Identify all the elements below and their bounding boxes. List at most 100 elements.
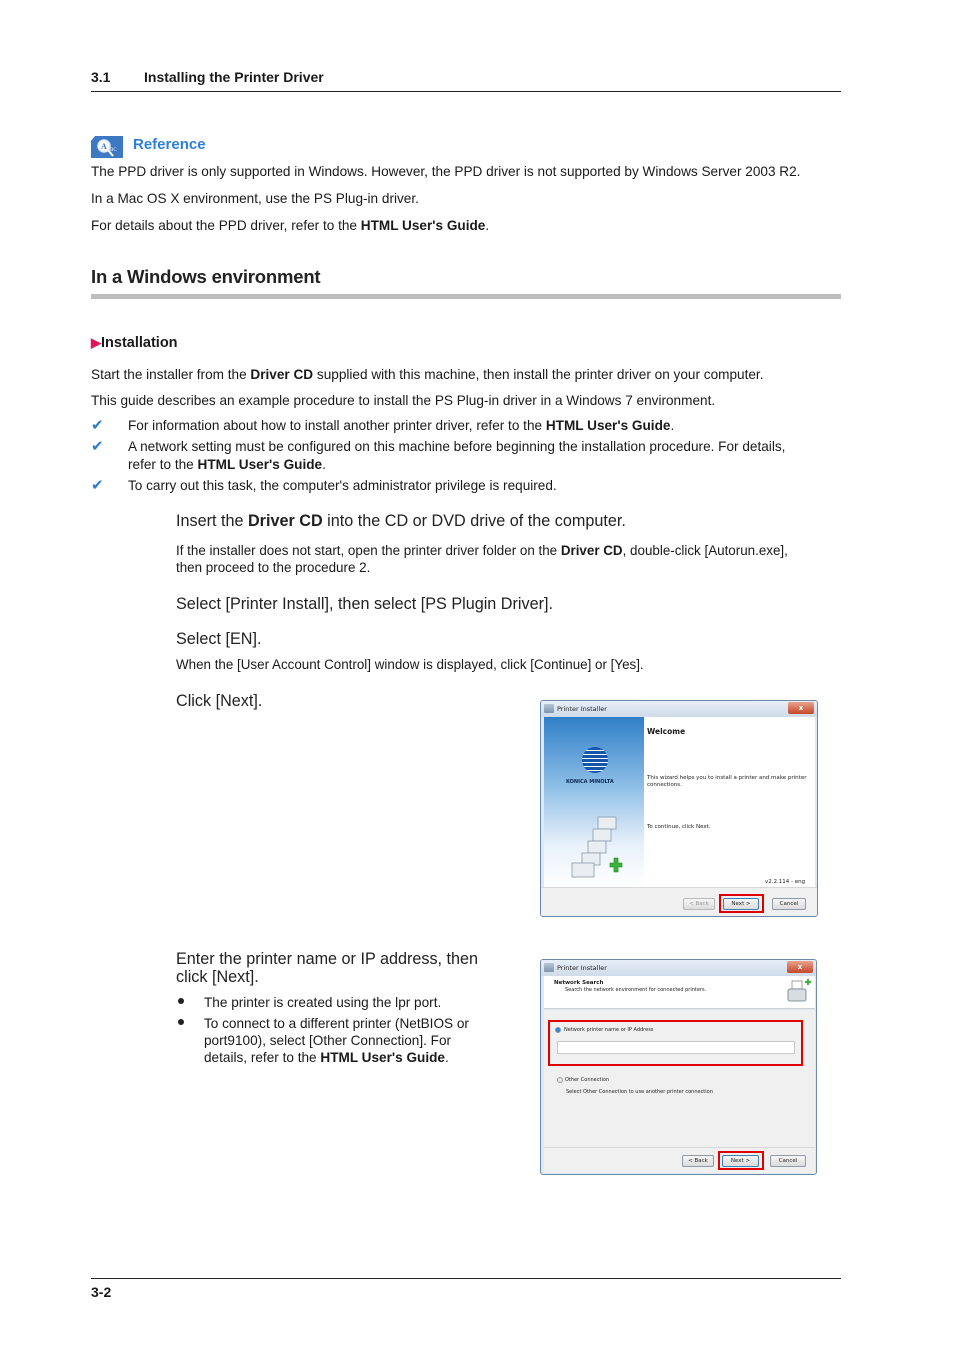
bullet-icon <box>178 1019 184 1025</box>
wizard-header: Network Search Search the network enviro… <box>544 976 815 1009</box>
printer-installer-network-search-dialog: Printer Installer x Network Search Searc… <box>540 959 817 1175</box>
other-connection-radio[interactable] <box>557 1077 563 1083</box>
text: This wizard helps you to install a print… <box>647 775 807 781</box>
header-rule <box>91 91 841 92</box>
check-item-1: For information about how to install ano… <box>128 417 674 434</box>
wizard-content: Network printer name or IP Address Other… <box>544 1010 815 1147</box>
page-number: 3-2 <box>91 1284 112 1300</box>
back-button[interactable]: < Back <box>683 898 715 910</box>
section-rule <box>91 294 841 299</box>
reference-magnifier-icon: A BC <box>91 136 123 158</box>
footer-rule <box>91 1278 841 1279</box>
running-header: 3.1 Installing the Printer Driver <box>91 69 324 85</box>
back-button[interactable]: < Back <box>682 1155 714 1167</box>
text: Enter the printer name or IP address, th… <box>176 950 479 968</box>
subsection-title: Installation <box>101 335 178 351</box>
text: For details about the PPD driver, refer … <box>91 218 361 233</box>
text: To connect to a different printer (NetBI… <box>204 1016 469 1031</box>
text: refer to the <box>128 457 198 472</box>
html-users-guide-ref: HTML User's Guide <box>545 418 671 433</box>
network-search-heading: Network Search <box>554 980 604 986</box>
text: port9100), select [Other Connection]. Fo… <box>204 1033 452 1048</box>
network-search-subheading: Search the network environment for conne… <box>565 987 707 993</box>
html-users-guide-ref: HTML User's Guide <box>320 1050 445 1065</box>
version-label: v2.2.114 - eng <box>765 879 806 885</box>
continue-instruction: To continue, click Next. <box>647 824 711 830</box>
other-connection-description: Select Other Connection to use another p… <box>566 1089 713 1095</box>
dialog-title: Printer Installer <box>557 705 607 713</box>
wizard-side-panel: KONICA MINOLTA © 1999-2013 BOMA GmbH © 2… <box>544 717 644 903</box>
driver-cd-ref: Driver CD <box>247 512 323 530</box>
highlight-box <box>719 894 764 913</box>
highlight-box <box>718 1151 764 1170</box>
text: . <box>485 218 490 233</box>
driver-cd-ref: Driver CD <box>560 543 623 558</box>
close-button[interactable]: x <box>787 961 813 973</box>
wizard-description: This wizard helps you to install a print… <box>647 775 806 789</box>
printer-app-icon <box>544 704 554 713</box>
text: A network setting must be configured on … <box>128 439 786 454</box>
reference-line-2: In a Mac OS X environment, use the PS Pl… <box>91 191 419 206</box>
printers-illustration-icon <box>571 816 623 878</box>
check-item-2: A network setting must be configured on … <box>128 438 785 473</box>
check-icon: ✔ <box>91 417 104 434</box>
text: . <box>444 1050 449 1065</box>
check-item-3: To carry out this task, the computer's a… <box>128 478 557 493</box>
close-button[interactable]: x <box>788 702 814 714</box>
welcome-heading: Welcome <box>647 727 686 736</box>
reference-line-3: For details about the PPD driver, refer … <box>91 217 489 234</box>
html-users-guide-ref: HTML User's Guide <box>360 218 486 233</box>
step-3-note: When the [User Account Control] window i… <box>176 657 644 672</box>
subsection-heading: ▶Installation <box>91 335 178 351</box>
printer-add-icon <box>787 979 811 1002</box>
step-1: Insert the Driver CD into the CD or DVD … <box>176 512 626 530</box>
reference-label: Reference <box>133 136 206 153</box>
step-5-bullet-2: To connect to a different printer (NetBI… <box>204 1015 469 1066</box>
text: into the CD or DVD drive of the computer… <box>322 512 626 530</box>
wizard-content: Welcome This wizard helps you to install… <box>644 717 815 887</box>
text: supplied with this machine, then install… <box>313 367 764 382</box>
dialog-button-bar: < Back Next > Cancel <box>541 887 817 916</box>
svg-text:A: A <box>101 142 107 151</box>
brand-name: KONICA MINOLTA <box>566 779 614 785</box>
section-heading: In a Windows environment <box>91 266 321 287</box>
step-5: Enter the printer name or IP address, th… <box>176 950 478 986</box>
text: For information about how to install ano… <box>128 418 546 433</box>
dialog-titlebar: Printer Installer x <box>541 701 817 717</box>
text: . <box>322 457 326 472</box>
text: If the installer does not start, open th… <box>176 543 561 558</box>
text: click [Next]. <box>176 968 259 986</box>
text: then proceed to the procedure 2. <box>176 560 371 575</box>
dialog-button-bar: < Back Next > Cancel <box>544 1147 815 1173</box>
dialog-titlebar: Printer Installer x <box>541 960 816 976</box>
intro-paragraph-2: This guide describes an example procedur… <box>91 393 716 408</box>
bullet-icon <box>178 998 184 1004</box>
text: connections. <box>647 782 682 788</box>
step-5-bullet-1: The printer is created using the lpr por… <box>204 995 442 1010</box>
section-number: 3.1 <box>91 69 111 85</box>
other-connection-option-label: Other Connection <box>565 1077 610 1083</box>
section-title: Installing the Printer Driver <box>144 69 324 85</box>
cancel-button[interactable]: Cancel <box>770 1155 806 1167</box>
step-3: Select [EN]. <box>176 630 262 648</box>
dialog-title: Printer Installer <box>557 964 607 972</box>
text: . <box>670 418 675 433</box>
driver-cd-ref: Driver CD <box>250 367 314 382</box>
check-icon: ✔ <box>91 438 104 455</box>
text: , double-click [Autorun.exe], <box>622 543 788 558</box>
step-2: Select [Printer Install], then select [P… <box>176 595 553 613</box>
step-4: Click [Next]. <box>176 692 263 710</box>
cancel-button[interactable]: Cancel <box>772 898 806 910</box>
konica-minolta-logo-icon <box>582 747 608 773</box>
intro-paragraph-1: Start the installer from the Driver CD s… <box>91 366 763 383</box>
reference-line-1: The PPD driver is only supported in Wind… <box>91 164 801 179</box>
html-users-guide-ref: HTML User's Guide <box>197 457 323 472</box>
text: Insert the <box>176 512 248 530</box>
text: details, refer to the <box>204 1050 321 1065</box>
highlight-box <box>548 1020 803 1066</box>
check-icon: ✔ <box>91 477 104 494</box>
triangle-marker-icon: ▶ <box>91 335 101 350</box>
printer-app-icon <box>544 963 554 972</box>
text: Start the installer from the <box>91 367 251 382</box>
printer-installer-welcome-dialog: Printer Installer x KONICA MINOLTA © 199… <box>540 700 818 917</box>
